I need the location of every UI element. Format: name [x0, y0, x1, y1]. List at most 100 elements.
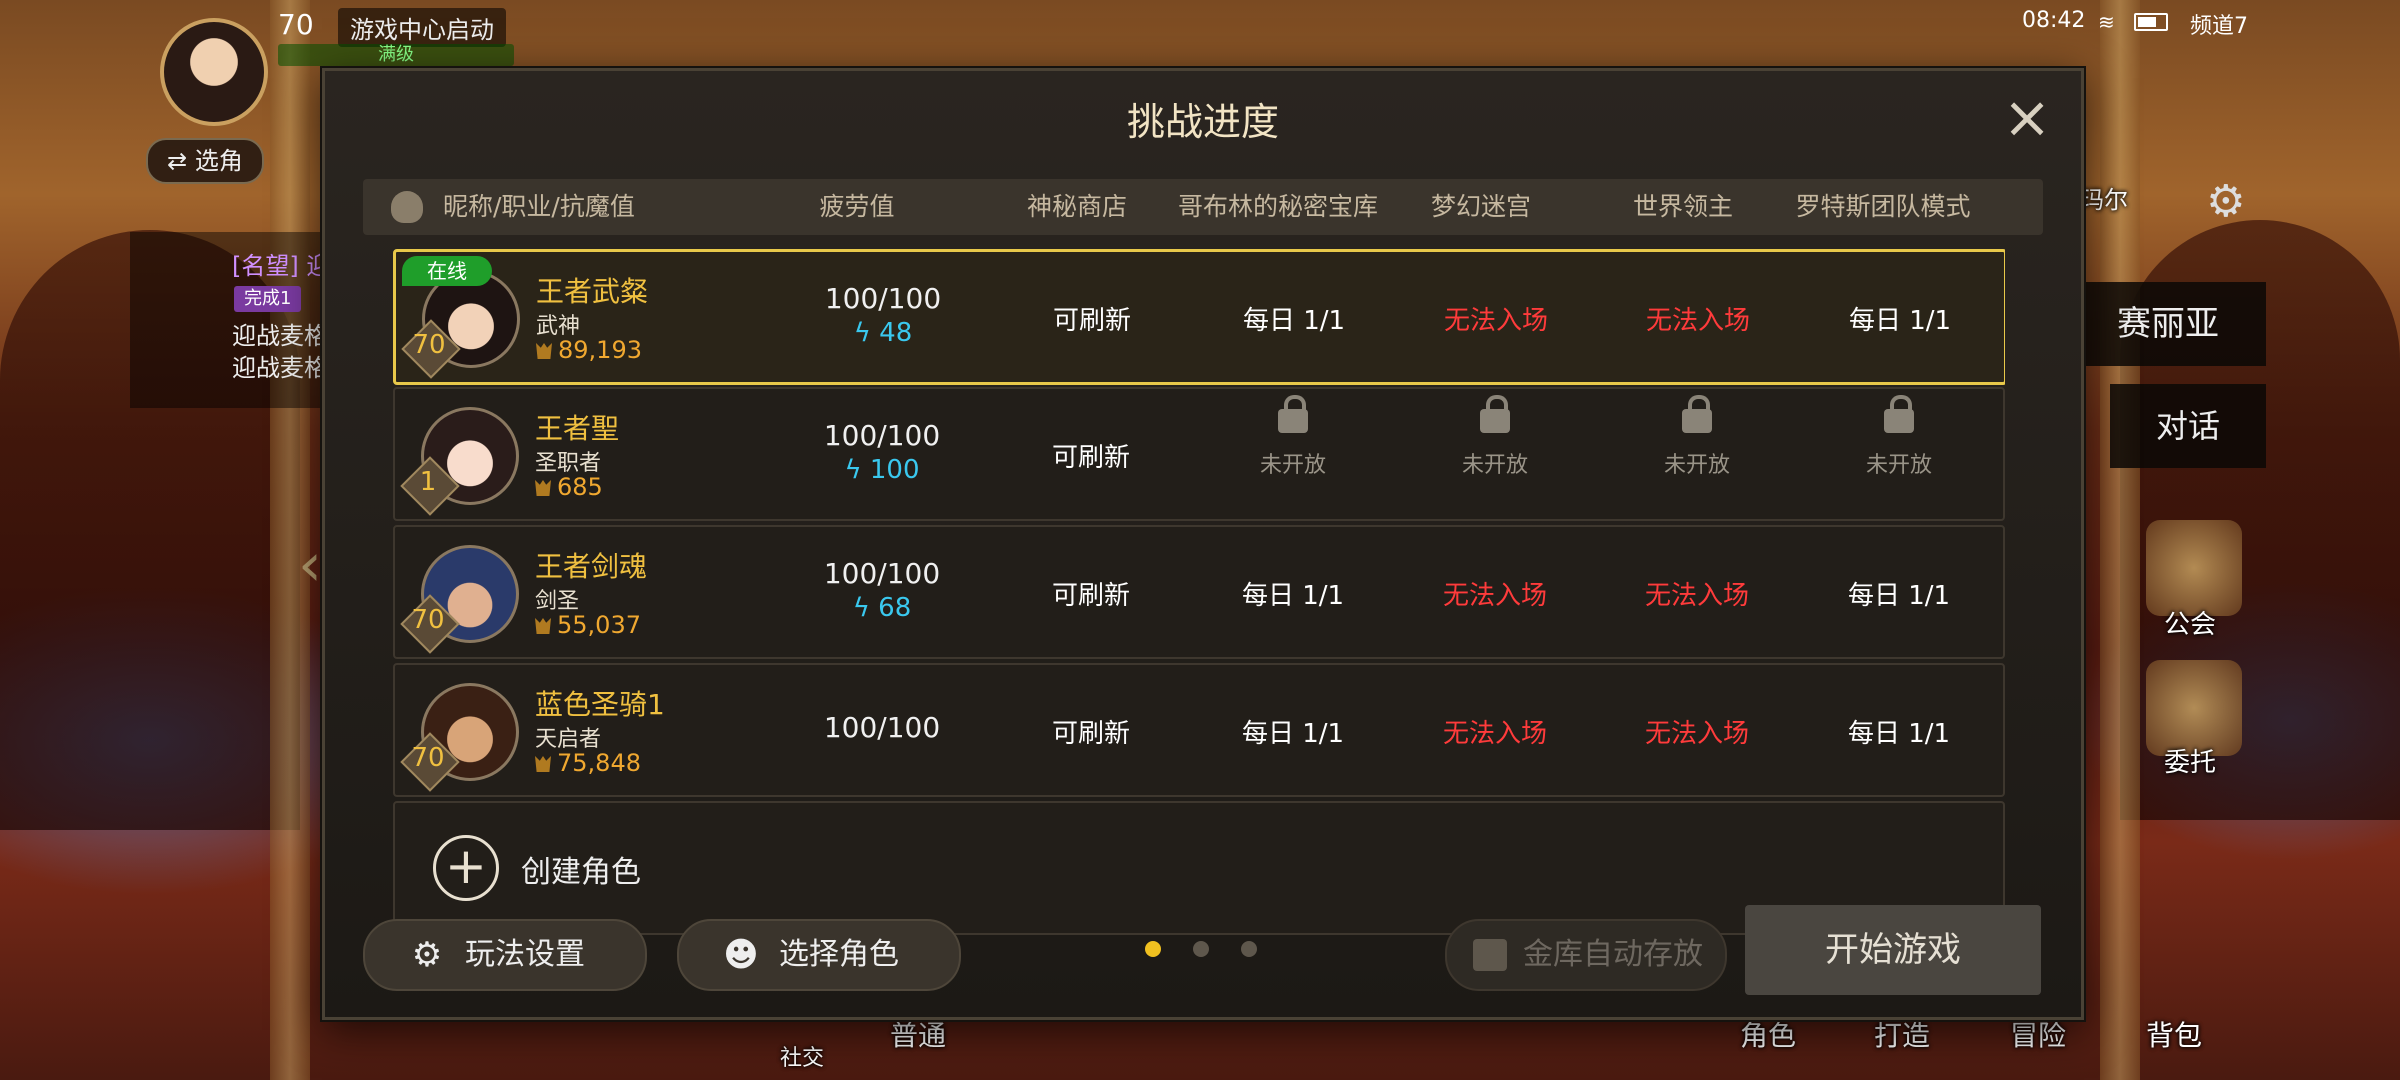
raid-status: 每日 1/1 [1847, 719, 1951, 749]
raid-status: 每日 1/1 [1847, 581, 1951, 611]
play-settings-button[interactable]: ⚙ 玩法设置 [363, 919, 647, 991]
npc-name-button[interactable]: 赛丽亚 [2070, 282, 2266, 366]
character-head-icon [391, 191, 423, 223]
character-name: 王者剑魂 [535, 550, 648, 583]
switch-role-button[interactable]: ⇄ 选角 [146, 138, 264, 184]
game-center-notice[interactable]: 游戏中心启动 [338, 8, 506, 47]
col-lord: 世界领主 [1632, 192, 1733, 221]
col-goblin: 哥布林的秘密宝库 [1177, 192, 1378, 221]
quest-line: 迎战麦格 [232, 322, 328, 350]
guild-label: 公会 [2164, 610, 2217, 640]
character-select-icon: ☻ [723, 935, 759, 975]
lord-locked: 未开放 [1597, 389, 1797, 479]
character-power: 55,037 [535, 611, 641, 639]
commission-label: 委托 [2164, 748, 2217, 778]
gear-icon: ⚙ [411, 935, 443, 975]
character-power: 75,848 [535, 749, 641, 777]
shop-status: 可刷新 [1052, 306, 1131, 336]
create-role-label: 创建角色 [521, 855, 641, 890]
col-fatigue: 疲劳值 [819, 192, 895, 221]
page-dot[interactable] [1145, 941, 1161, 957]
prev-page-arrow-icon[interactable]: ‹ [298, 530, 322, 600]
character-row[interactable]: 1 王者聖 圣职者 685 100/100 ϟ 100 可刷新 未开放 未开放 … [393, 387, 2005, 521]
character-row[interactable]: 70 蓝色圣骑1 天启者 75,848 100/100 可刷新 每日 1/1 无… [393, 663, 2005, 797]
lock-icon [1682, 395, 1712, 433]
maze-status: 无法入场 [1442, 581, 1547, 611]
power-value: 89,193 [558, 336, 642, 364]
channel-label[interactable]: 频道7 [2190, 8, 2248, 40]
table-header: 昵称/职业/抗魔值 疲劳值 神秘商店 哥布林的秘密宝库 梦幻迷宫 世界领主 罗特… [363, 179, 2043, 235]
power-icon [535, 618, 551, 634]
online-badge: 在线 [402, 256, 492, 286]
plus-icon: + [433, 835, 499, 901]
maze-locked: 未开放 [1395, 389, 1595, 479]
goblin-locked: 未开放 [1193, 389, 1393, 479]
lord-status: 无法入场 [1644, 581, 1749, 611]
bottom-social[interactable]: 社交 [780, 1040, 824, 1072]
dialog-title: 挑战进度 [1126, 100, 1279, 144]
character-power: 89,193 [536, 336, 642, 364]
character-power: 685 [535, 473, 603, 501]
energy-number: 68 [878, 593, 912, 623]
power-value: 55,037 [557, 611, 641, 639]
energy-number: 48 [879, 318, 913, 348]
wifi-icon: ≋ [2098, 10, 2115, 34]
bottom-bag[interactable]: 背包 [2146, 1014, 2202, 1054]
lightning-icon: ϟ [852, 593, 879, 623]
character-level: 70 [411, 605, 445, 635]
fatigue-value: 100/100 [823, 711, 941, 744]
vault-auto-store-button[interactable]: 金库自动存放 [1445, 919, 1727, 991]
energy-value: ϟ 48 [790, 318, 976, 348]
npc-talk-button[interactable]: 对话 [2110, 384, 2266, 468]
fatigue-value: 100/100 [824, 282, 942, 315]
lightning-icon: ϟ [844, 455, 870, 485]
exp-full-label: 满级 [278, 44, 514, 66]
energy-value: ϟ 100 [789, 455, 975, 485]
play-settings-label: 玩法设置 [465, 937, 585, 972]
challenge-progress-dialog: 挑战进度 × 昵称/职业/抗魔值 疲劳值 神秘商店 哥布林的秘密宝库 梦幻迷宫 … [322, 68, 2084, 1020]
col-raid: 罗特斯团队模式 [1795, 192, 1971, 221]
shop-status: 可刷新 [1051, 443, 1130, 473]
background-pillar [2100, 0, 2140, 1080]
player-level: 70 [278, 8, 314, 41]
lock-icon [1884, 395, 1914, 433]
lord-status: 无法入场 [1644, 719, 1749, 749]
power-value: 685 [557, 473, 603, 501]
npc-partial-label: 玛尔 [2080, 186, 2128, 214]
gear-icon[interactable]: ⚙ [2206, 176, 2245, 227]
lock-icon [1480, 395, 1510, 433]
energy-value: ϟ 68 [789, 593, 975, 623]
fatigue-value: 100/100 [823, 557, 941, 590]
character-row[interactable]: 70 王者剑魂 剑圣 55,037 100/100 ϟ 68 可刷新 每日 1/… [393, 525, 2005, 659]
power-icon [535, 480, 551, 496]
bottom-adventure[interactable]: 冒险 [2010, 1014, 2066, 1054]
page-dot[interactable] [1241, 941, 1257, 957]
maze-status: 无法入场 [1443, 306, 1548, 336]
status-time: 08:42 [2022, 8, 2086, 33]
quest-title: [名望] 迎 [232, 252, 331, 280]
character-name: 王者武粲 [536, 275, 649, 308]
guild-icon[interactable] [2146, 520, 2242, 616]
page-dot[interactable] [1193, 941, 1209, 957]
close-icon[interactable]: × [1999, 88, 2055, 147]
raid-status: 每日 1/1 [1848, 306, 1952, 336]
shop-status: 可刷新 [1051, 581, 1130, 611]
start-game-button[interactable]: 开始游戏 [1745, 905, 2041, 995]
vault-auto-label: 金库自动存放 [1523, 937, 1703, 972]
col-name: 昵称/职业/抗魔值 [443, 192, 635, 221]
battery-icon [2134, 13, 2168, 31]
bottom-craft[interactable]: 打造 [1874, 1014, 1930, 1054]
bottom-normal[interactable]: 普通 [890, 1014, 946, 1054]
player-avatar[interactable] [160, 18, 268, 126]
character-row[interactable]: 在线 70 王者武粲 武神 89,193 100/100 ϟ 48 可刷新 每日… [393, 249, 2005, 385]
character-level: 70 [411, 743, 445, 773]
shop-status: 可刷新 [1051, 719, 1130, 749]
lord-status: 无法入场 [1645, 306, 1750, 336]
quest-line: 迎战麦格 [232, 354, 328, 382]
col-shop: 神秘商店 [1026, 192, 1127, 221]
energy-number: 100 [869, 455, 920, 485]
vault-icon [1473, 939, 1507, 971]
select-role-button[interactable]: ☻ 选择角色 [677, 919, 961, 991]
power-icon [535, 756, 551, 772]
bottom-role[interactable]: 角色 [1740, 1014, 1796, 1054]
